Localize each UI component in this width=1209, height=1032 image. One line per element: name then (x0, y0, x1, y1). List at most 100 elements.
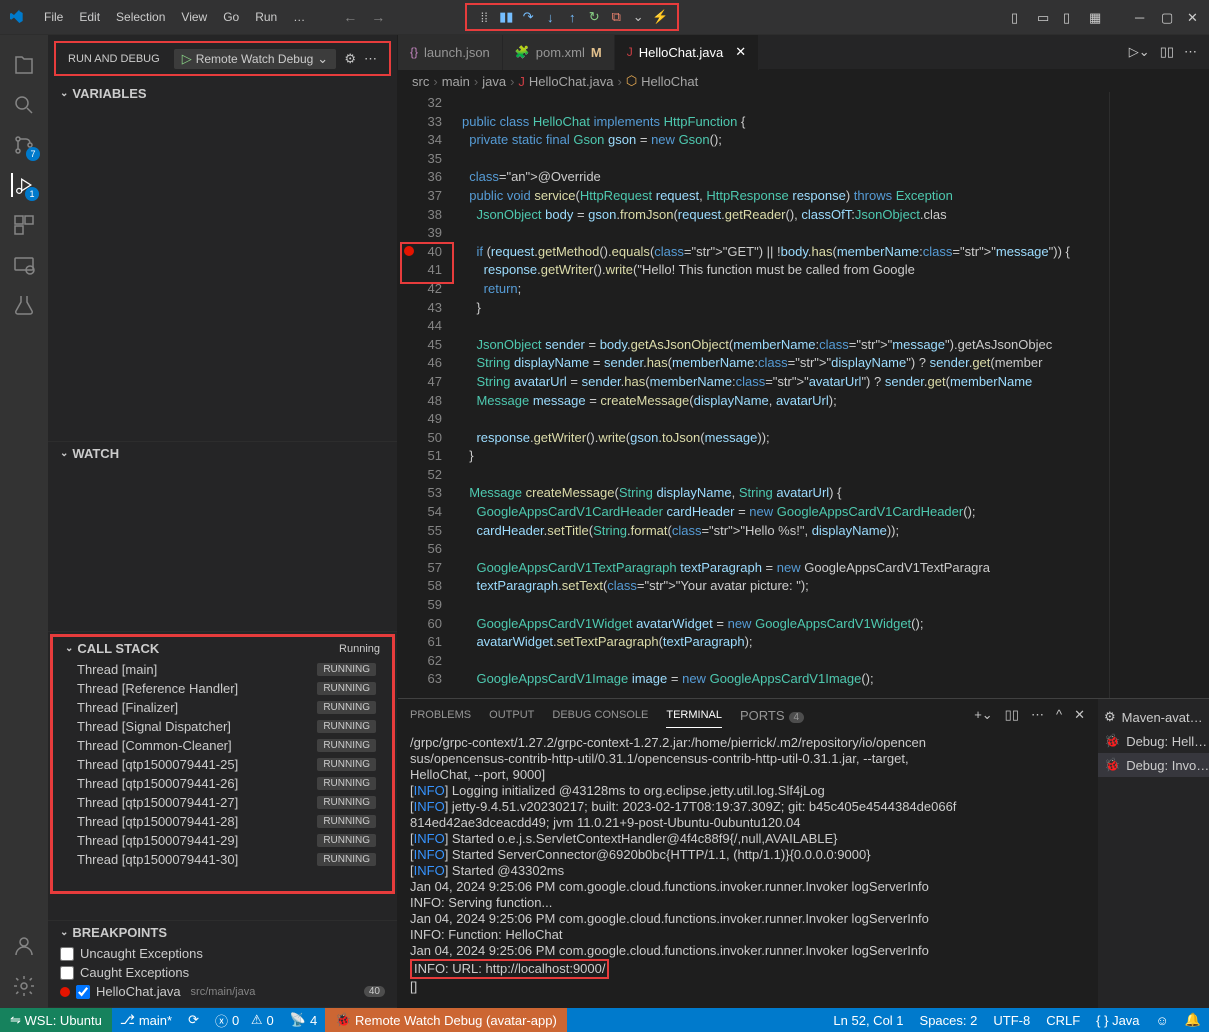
language-mode[interactable]: { } Java (1088, 1012, 1147, 1028)
testing-icon[interactable] (12, 293, 36, 317)
bp-caught[interactable]: Caught Exceptions (48, 963, 397, 982)
menu-run[interactable]: Run (247, 6, 285, 28)
tab-terminal[interactable]: TERMINAL (666, 703, 722, 728)
nav-back-icon[interactable]: ← (343, 9, 357, 25)
terminal-list-item[interactable]: 🐞Debug: Invo… (1098, 753, 1209, 777)
watch-header[interactable]: ⌄WATCH (48, 442, 397, 465)
menu-more[interactable]: … (285, 6, 313, 28)
thread-row[interactable]: Thread [Reference Handler]RUNNING (53, 679, 392, 698)
remote-explorer-icon[interactable] (12, 253, 36, 277)
chevron-down-icon[interactable]: ⌄ (629, 8, 647, 26)
tab-debug-console[interactable]: DEBUG CONSOLE (552, 703, 648, 727)
debug-toolbar: ⁞⁞ ▮▮ ↷ ↓ ↑ ↻ ⧉ ⌄ ⚡ (465, 3, 679, 31)
gear-icon[interactable]: ⚙ (344, 51, 356, 67)
tab-hellochat-java[interactable]: JHelloChat.java✕ (615, 35, 759, 70)
minimap[interactable] (1109, 92, 1209, 698)
explorer-icon[interactable] (12, 53, 36, 77)
pause-icon[interactable]: ▮▮ (497, 8, 515, 26)
debug-status[interactable]: 🐞 Remote Watch Debug (avatar-app) (325, 1008, 567, 1032)
hot-replace-icon[interactable]: ⚡ (651, 8, 669, 26)
terminal-list-item[interactable]: 🐞Debug: Hell… (1098, 729, 1209, 753)
account-icon[interactable] (12, 934, 36, 958)
debug-icon[interactable]: 1 (11, 173, 35, 197)
more-icon[interactable]: ⋯ (1031, 707, 1044, 723)
callstack-header[interactable]: ⌄CALL STACKRunning (53, 637, 392, 660)
eol[interactable]: CRLF (1038, 1012, 1088, 1028)
menu-go[interactable]: Go (215, 6, 247, 28)
menu-view[interactable]: View (173, 6, 215, 28)
variables-header[interactable]: ⌄VARIABLES (48, 82, 397, 105)
thread-row[interactable]: Thread [main]RUNNING (53, 660, 392, 679)
tab-launch-json[interactable]: {}launch.json (398, 35, 503, 70)
close-panel-icon[interactable]: ✕ (1074, 707, 1085, 723)
problems-indicator[interactable]: ⓧ0 ⚠0 (207, 1011, 282, 1030)
thread-row[interactable]: Thread [Common-Cleaner]RUNNING (53, 736, 392, 755)
drag-handle-icon[interactable]: ⁞⁞ (475, 8, 493, 26)
checkbox[interactable] (60, 966, 74, 980)
bp-file[interactable]: HelloChat.javasrc/main/java40 (48, 982, 397, 1001)
settings-icon[interactable] (12, 974, 36, 998)
run-icon[interactable]: ▷⌄ (1129, 44, 1150, 60)
thread-row[interactable]: Thread [qtp1500079441-26]RUNNING (53, 774, 392, 793)
maximize-panel-icon[interactable]: ^ (1056, 707, 1062, 723)
tab-output[interactable]: OUTPUT (489, 703, 534, 727)
maximize-icon[interactable]: ▢ (1161, 10, 1175, 24)
ports-indicator[interactable]: 📡4 (282, 1012, 325, 1028)
debug-config-selector[interactable]: ▷ Remote Watch Debug ⌄ (174, 49, 337, 69)
terminal-output[interactable]: /grpc/grpc-context/1.27.2/grpc-context-1… (398, 731, 1097, 1008)
branch-icon: ⎇ (120, 1012, 135, 1028)
step-into-icon[interactable]: ↓ (541, 8, 559, 26)
cursor-position[interactable]: Ln 52, Col 1 (825, 1012, 911, 1028)
disconnect-icon[interactable]: ⧉ (607, 8, 625, 26)
java-icon: J (627, 45, 633, 59)
code-editor[interactable]: public class HelloChat implements HttpFu… (454, 92, 1109, 698)
split-icon[interactable]: ▯▯ (1160, 44, 1174, 60)
checkbox[interactable] (76, 985, 90, 999)
menu-edit[interactable]: Edit (71, 6, 108, 28)
feedback-icon[interactable]: ☺ (1148, 1012, 1177, 1028)
step-over-icon[interactable]: ↷ (519, 8, 537, 26)
thread-row[interactable]: Thread [Finalizer]RUNNING (53, 698, 392, 717)
split-terminal-icon[interactable]: ▯▯ (1005, 707, 1019, 723)
menu-selection[interactable]: Selection (108, 6, 173, 28)
nav-forward-icon[interactable]: → (371, 9, 385, 25)
thread-row[interactable]: Thread [qtp1500079441-30]RUNNING (53, 850, 392, 869)
search-icon[interactable] (12, 93, 36, 117)
indentation[interactable]: Spaces: 2 (912, 1012, 986, 1028)
restart-icon[interactable]: ↻ (585, 8, 603, 26)
encoding[interactable]: UTF-8 (985, 1012, 1038, 1028)
thread-row[interactable]: Thread [qtp1500079441-27]RUNNING (53, 793, 392, 812)
bp-uncaught[interactable]: Uncaught Exceptions (48, 944, 397, 963)
minimize-icon[interactable]: ─ (1135, 10, 1149, 24)
more-icon[interactable]: ⋯ (364, 51, 377, 67)
thread-row[interactable]: Thread [Signal Dispatcher]RUNNING (53, 717, 392, 736)
checkbox[interactable] (60, 947, 74, 961)
sync-icon[interactable]: ⟳ (180, 1012, 207, 1028)
close-icon[interactable]: ✕ (1187, 10, 1201, 24)
breakpoints-header[interactable]: ⌄BREAKPOINTS (48, 921, 397, 944)
line-gutter[interactable]: 3233343536373839404142434445464748495051… (398, 92, 454, 698)
scm-icon[interactable]: 7 (12, 133, 36, 157)
menu-file[interactable]: File (36, 6, 71, 28)
add-terminal-icon[interactable]: +⌄ (974, 707, 992, 723)
layout-left-icon[interactable]: ▯ (1011, 10, 1025, 24)
breakpoint-dot-icon[interactable] (404, 246, 414, 256)
extensions-icon[interactable] (12, 213, 36, 237)
git-branch[interactable]: ⎇main* (112, 1012, 180, 1028)
tab-ports[interactable]: PORTS4 (740, 702, 804, 729)
more-icon[interactable]: ⋯ (1184, 44, 1197, 60)
thread-row[interactable]: Thread [qtp1500079441-29]RUNNING (53, 831, 392, 850)
tab-problems[interactable]: PROBLEMS (410, 703, 471, 727)
bell-icon[interactable]: 🔔 (1177, 1012, 1209, 1028)
thread-row[interactable]: Thread [qtp1500079441-28]RUNNING (53, 812, 392, 831)
close-icon[interactable]: ✕ (735, 44, 746, 60)
layout-right-icon[interactable]: ▯ (1063, 10, 1077, 24)
terminal-list-item[interactable]: ⚙Maven-avat… (1098, 705, 1209, 729)
thread-row[interactable]: Thread [qtp1500079441-25]RUNNING (53, 755, 392, 774)
tab-pom-xml[interactable]: 🧩pom.xmlM (503, 35, 615, 70)
layout-bottom-icon[interactable]: ▭ (1037, 10, 1051, 24)
layout-grid-icon[interactable]: ▦ (1089, 10, 1103, 24)
step-out-icon[interactable]: ↑ (563, 8, 581, 26)
breadcrumb[interactable]: src› main› java› JHelloChat.java› ⬡Hello… (398, 70, 1209, 92)
remote-indicator[interactable]: ⇋ WSL: Ubuntu (0, 1008, 112, 1032)
